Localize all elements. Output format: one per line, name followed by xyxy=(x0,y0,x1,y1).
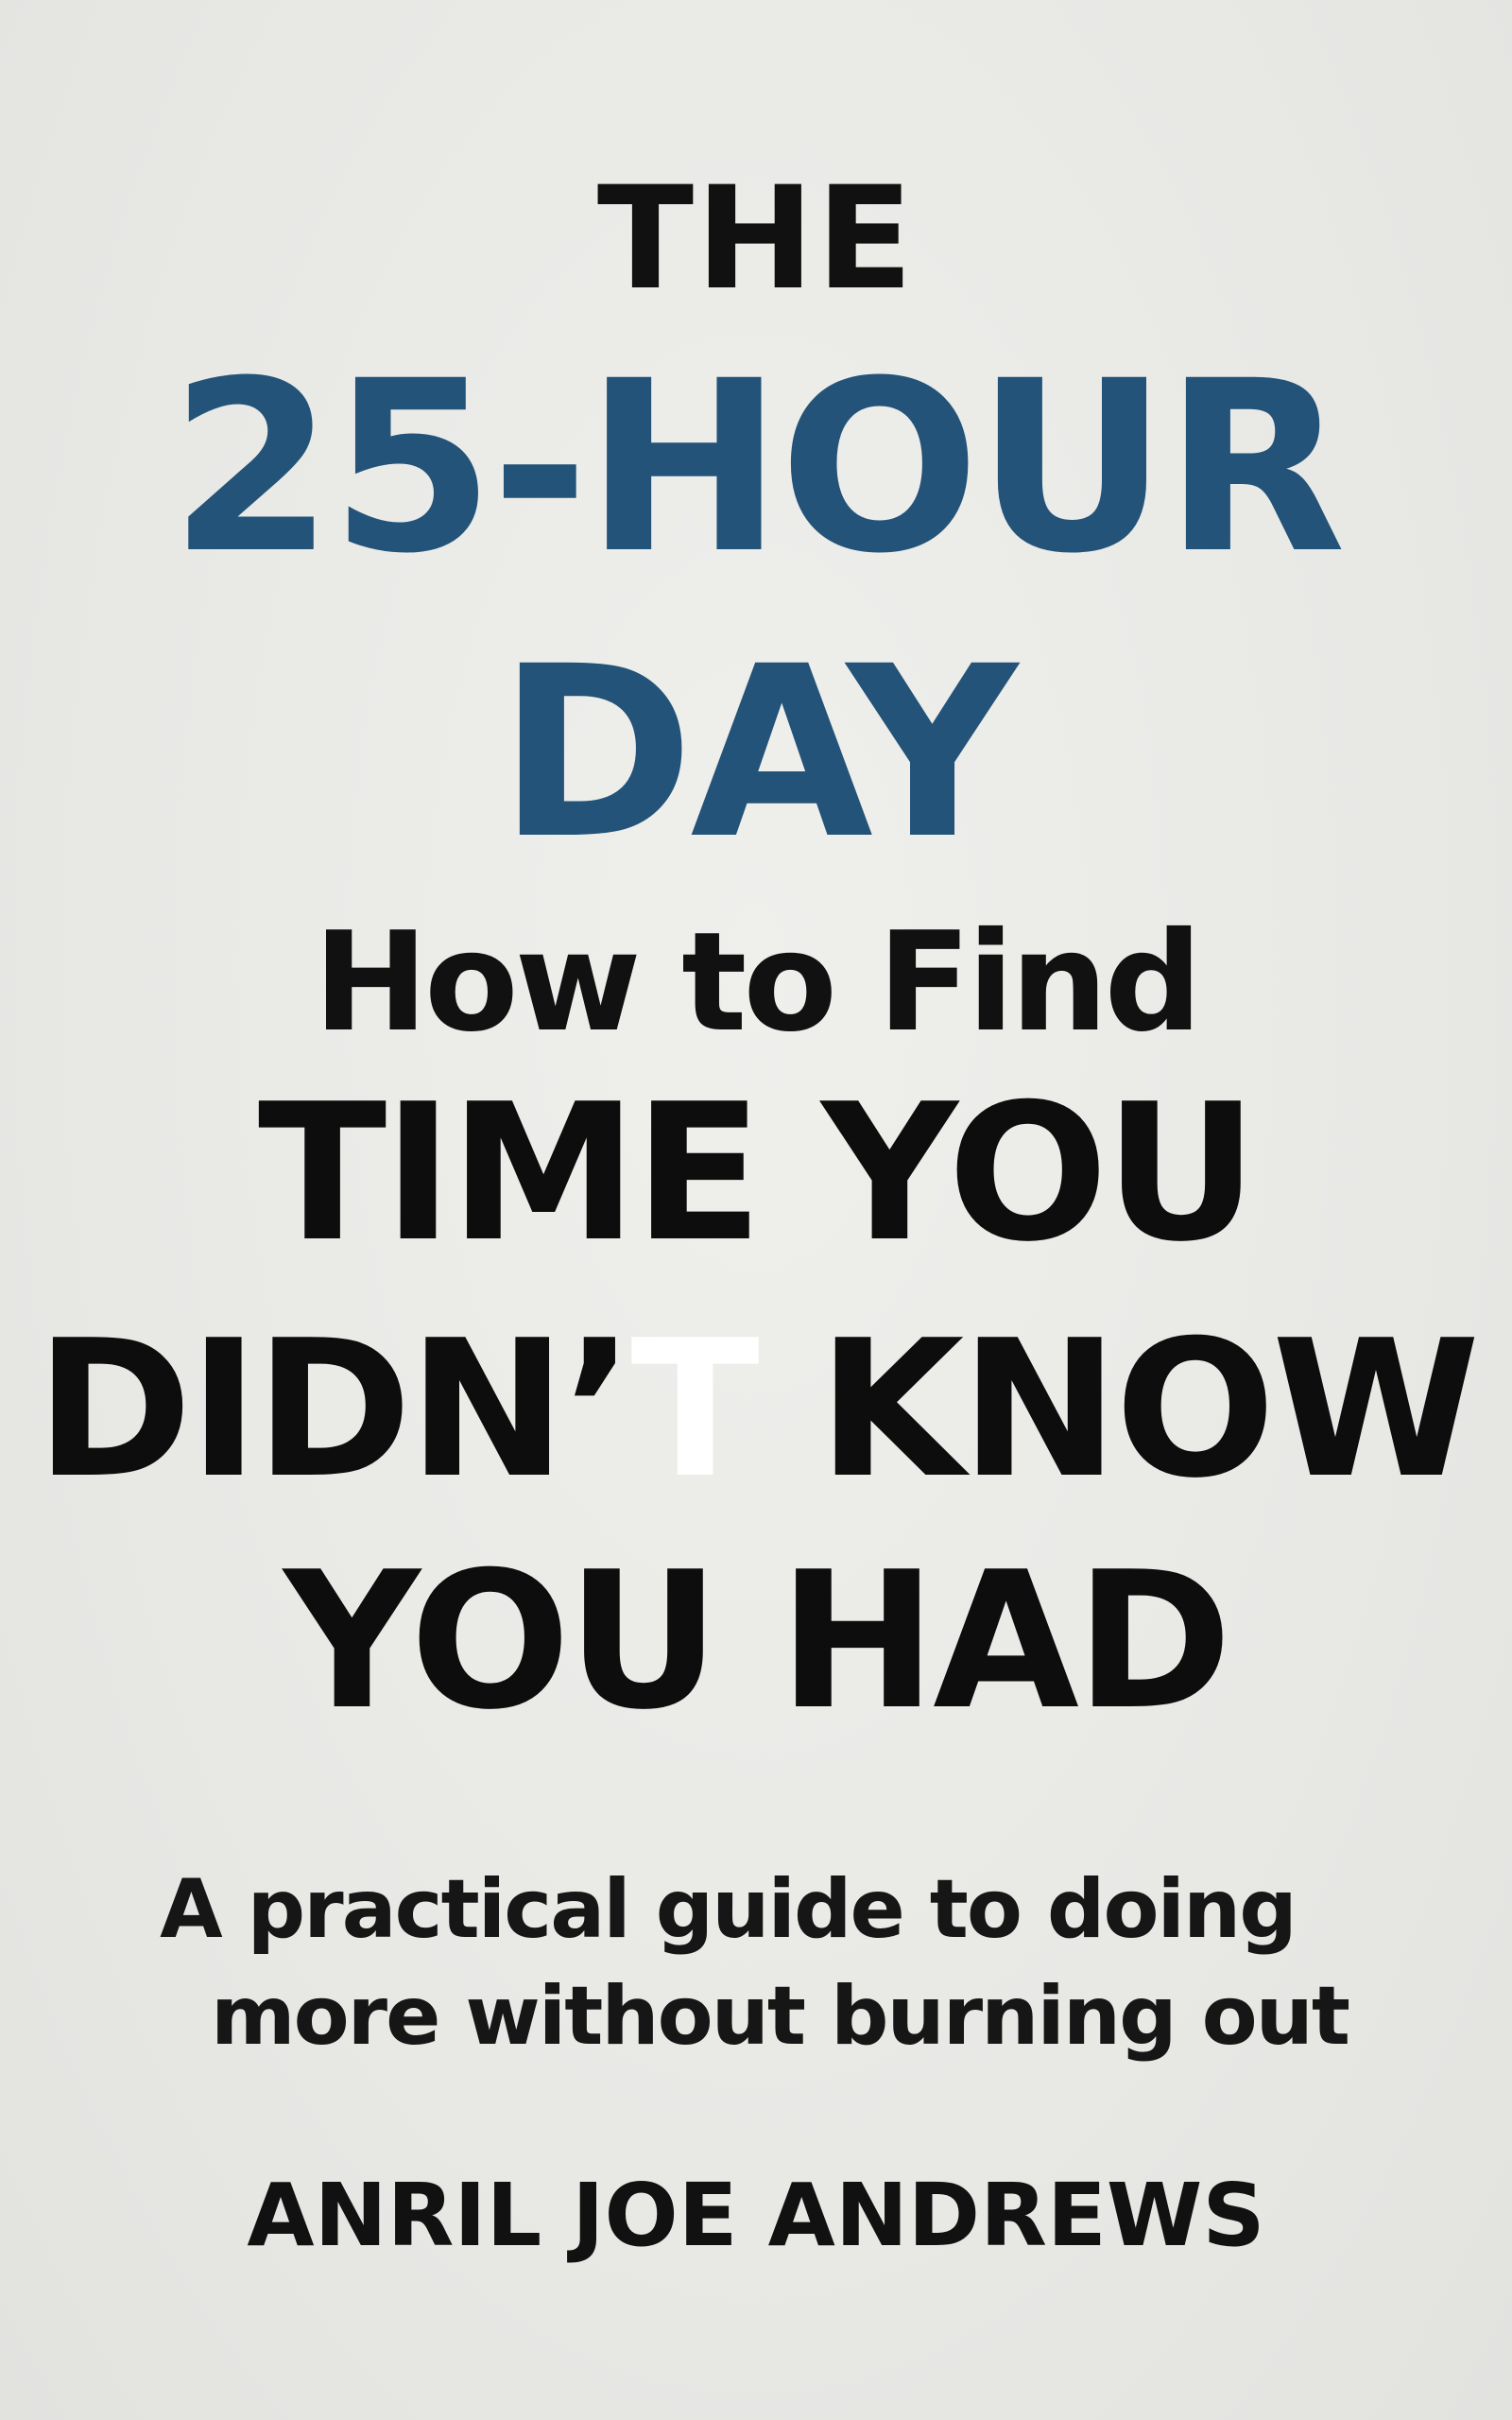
subtitle-line-2: more without burning out xyxy=(210,1969,1350,2064)
headline-t-letter: T xyxy=(630,1300,759,1520)
headline-you-had: YOU HAD xyxy=(284,1531,1232,1752)
author-name: ANRIL JOE ANDREWS xyxy=(247,2165,1265,2266)
title-the: THE xyxy=(596,157,916,321)
headline-know-part: KNOW xyxy=(755,1300,1480,1520)
headline-how-to-find: How to Find xyxy=(313,903,1203,1063)
headline-time-you: TIME YOU xyxy=(257,1063,1258,1284)
headline-didnt-part: DIDN’ xyxy=(35,1300,635,1520)
book-cover: THE 25-HOUR DAY How to Find TIME YOU DID… xyxy=(0,0,1512,2420)
title-day: DAY xyxy=(497,615,1018,890)
title-25-hour: 25-HOUR xyxy=(169,330,1347,605)
headline-didnt-know: DIDN’T KNOW xyxy=(0,1316,1512,1505)
subtitle-line-1: A practical guide to doing xyxy=(160,1862,1297,1957)
